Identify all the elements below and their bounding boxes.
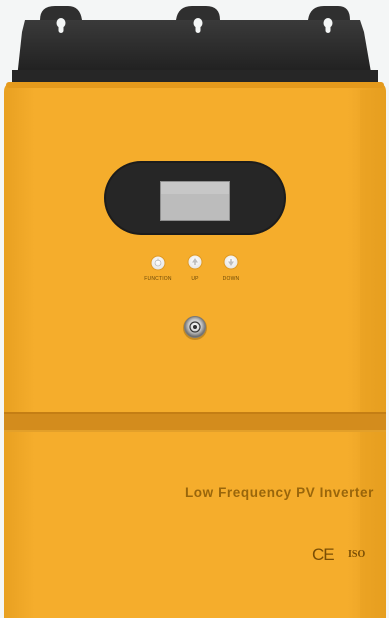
function-button[interactable] — [150, 255, 166, 271]
power-button[interactable] — [183, 316, 207, 340]
horizontal-band — [4, 412, 386, 432]
mounting-bracket — [12, 6, 378, 84]
down-button-label: DOWN — [222, 276, 240, 282]
up-button-label: UP — [191, 276, 199, 282]
iso-mark: ISO — [348, 549, 366, 560]
product-name: Low Frequency PV Inverter — [184, 485, 374, 500]
ce-mark: CE — [312, 545, 335, 564]
inverter-illustration — [4, 6, 386, 618]
function-button-label: FUNCTION — [144, 276, 172, 282]
up-button[interactable] — [187, 254, 203, 270]
display-panel — [104, 161, 286, 235]
inverter-device: FUNCTION UP DOWN Low Frequency PV Invert… — [0, 0, 389, 618]
down-button[interactable] — [223, 254, 239, 270]
